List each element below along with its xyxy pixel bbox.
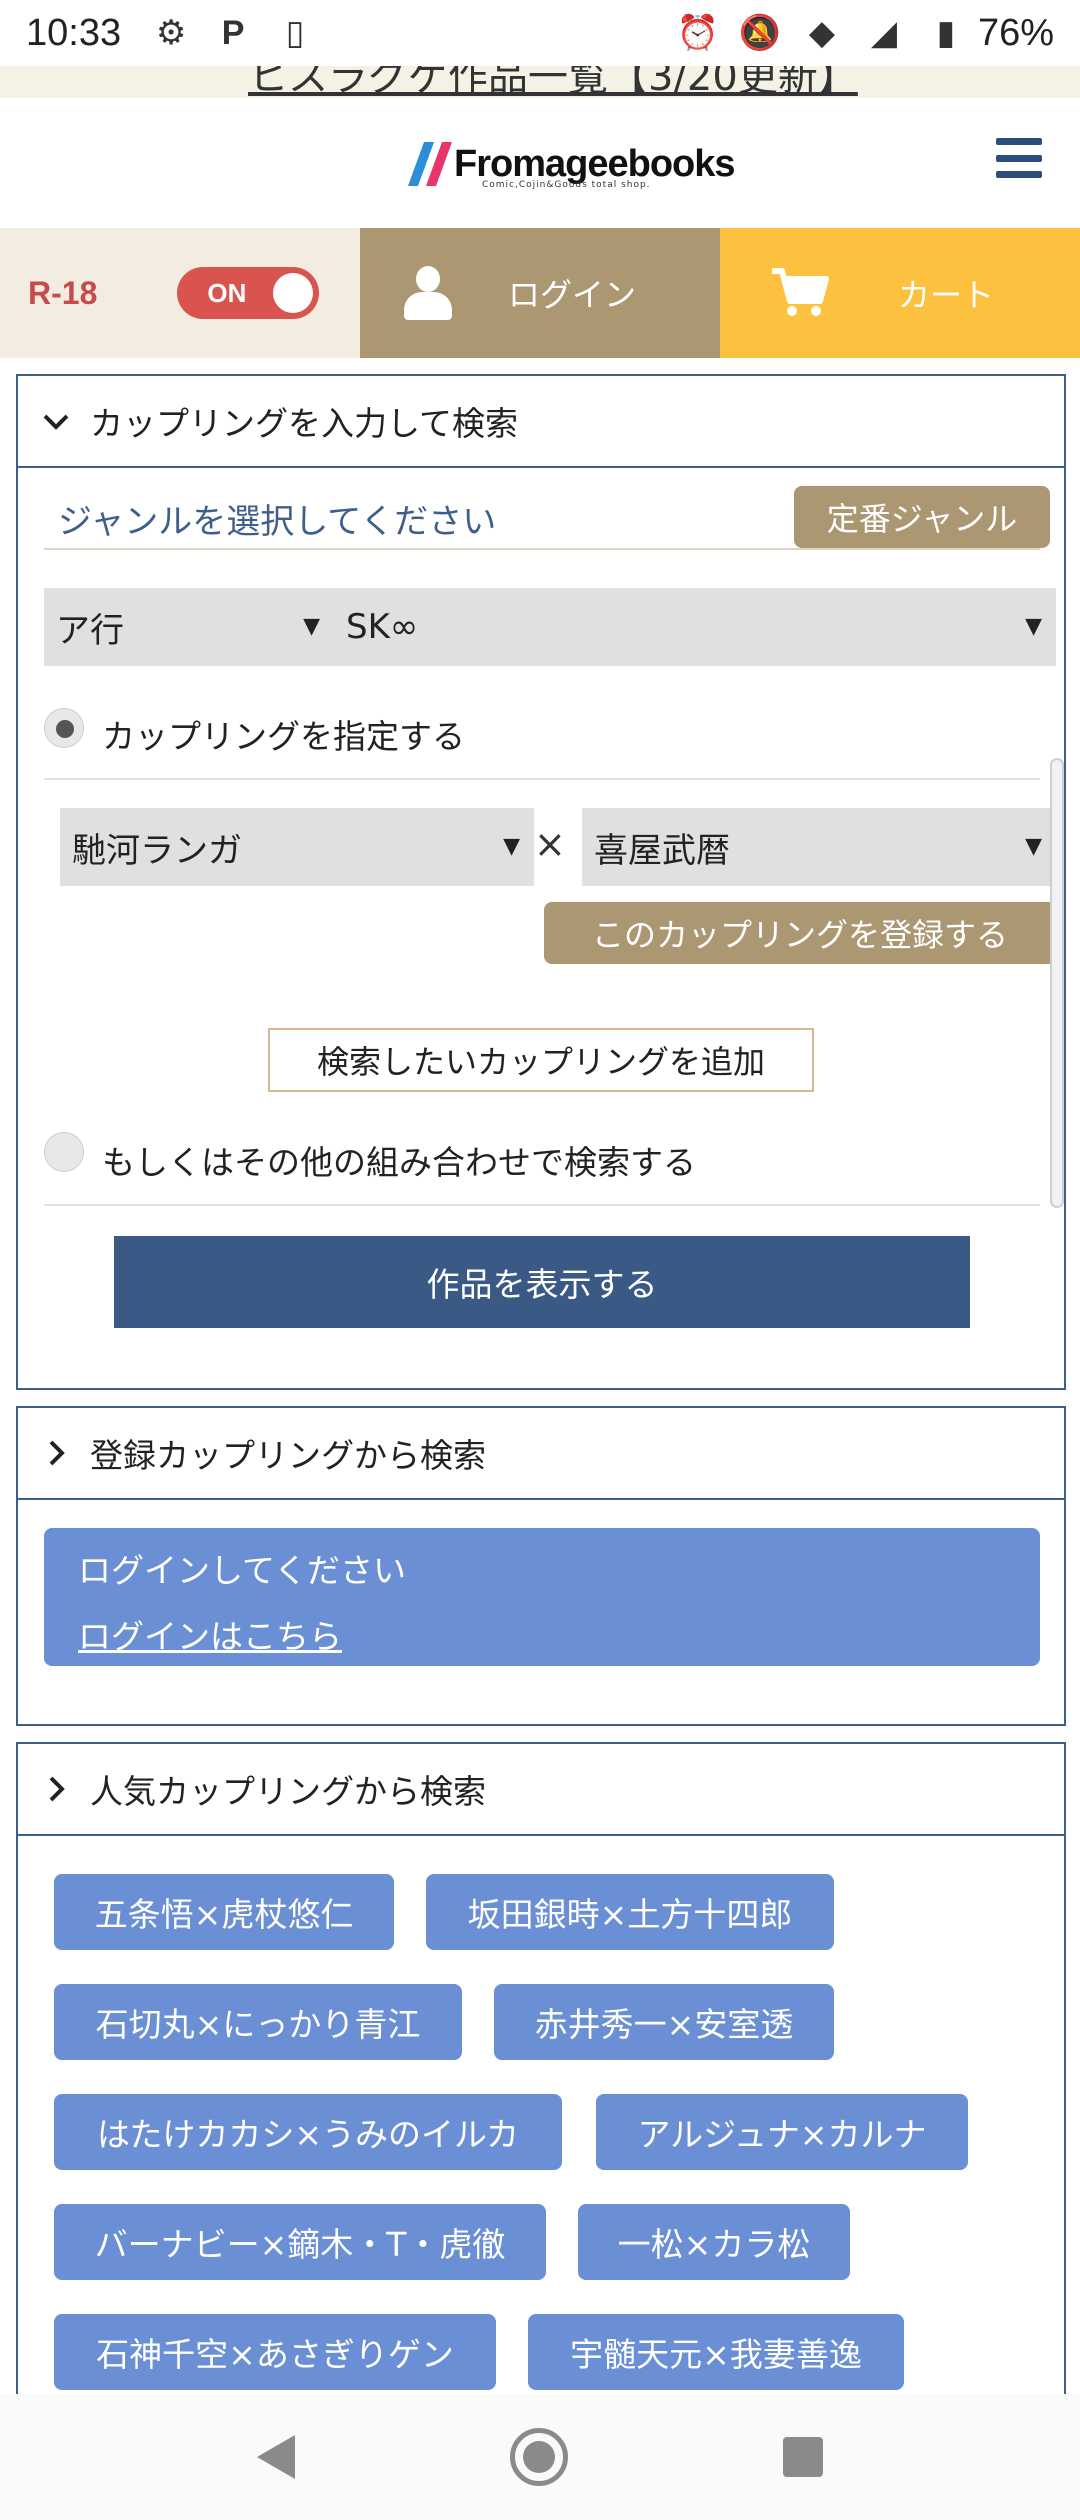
r18-area: R-18 ON [0,228,360,358]
coupling-tag[interactable]: 宇髄天元×我妻善逸 [528,2314,904,2390]
registered-coupling-header[interactable]: 登録カップリングから検索 [18,1408,1064,1500]
site-logo[interactable]: Fromageebooks Comic,Cojin&Goods total sh… [407,134,736,194]
popular-coupling-header[interactable]: 人気カップリングから検索 [18,1744,1064,1836]
person-icon [404,266,452,320]
r18-label: R-18 [28,274,98,311]
genre-placeholder[interactable]: ジャンルを選択してください [58,494,496,543]
coupling-tag[interactable]: 石神千空×あさぎりゲン [54,2314,496,2390]
character2-select[interactable]: 喜屋武暦 ▼ [582,808,1056,886]
specify-coupling-radio[interactable] [44,708,84,748]
status-time: 10:33 [26,11,122,54]
page-scrollbar[interactable] [1050,758,1064,1208]
alarm-icon: ⏰ [676,13,720,53]
home-icon[interactable] [509,2428,568,2486]
chevron-right-icon [38,1771,74,1807]
signal-icon: ◢ [870,13,898,53]
standard-genre-button[interactable]: 定番ジャンル [794,486,1050,548]
kana-select[interactable]: ア行 ▼ [44,588,334,666]
back-icon[interactable] [257,2435,296,2479]
character2-value: 喜屋武暦 [594,830,730,871]
mute-bell-icon: 🔕 [738,13,782,53]
parking-app-icon: P [221,13,245,52]
toggle-on-label: ON [207,277,247,308]
character1-select[interactable]: 馳河ランガ ▼ [60,808,534,886]
title-select-value: SK∞ [346,607,419,647]
popular-coupling-panel: 人気カップリングから検索 五条悟×虎杖悠仁 坂田銀時×土方十四郎 石切丸×にっか… [16,1742,1066,2462]
divider [44,778,1040,780]
toggle-knob [273,273,314,313]
add-coupling-button[interactable]: 検索したいカップリングを追加 [268,1028,814,1092]
battery-percent: 76% [977,11,1054,54]
chevron-down-icon [38,403,74,439]
coupling-tag[interactable]: 赤井秀一×安室透 [494,1984,834,2060]
status-bar: 10:33 ⚙ P ▯ ⏰ 🔕 ◆ ◢ ▮ 76% [0,0,1080,66]
registered-coupling-panel: 登録カップリングから検索 ログインしてください ログインはこちら [16,1406,1066,1726]
chevron-right-icon [38,1435,74,1471]
character1-value: 馳河ランガ [72,830,242,871]
menu-hamburger-icon[interactable] [996,138,1042,178]
popular-coupling-title: 人気カップリングから検索 [90,1772,486,1811]
coupling-search-panel: カップリングを入力して検索 ジャンルを選択してください 定番ジャンル ア行 ▼ … [16,374,1066,1390]
dropdown-arrow-icon: ▼ [1025,614,1042,639]
r18-toggle[interactable]: ON [177,267,320,319]
cart-label: カート [898,276,995,314]
specify-coupling-label[interactable]: カップリングを指定する [102,710,465,758]
action-bar: R-18 ON ログイン カート [0,228,1080,358]
site-header: Fromageebooks Comic,Cojin&Goods total sh… [0,98,1080,228]
genre-select-row[interactable]: ジャンルを選択してください 定番ジャンル [44,486,1050,550]
times-symbol: × [534,822,566,866]
news-marquee[interactable]: ヒスラグゲ作品一覧【3/20更新】 [0,66,1080,98]
registered-coupling-title: 登録カップリングから検索 [90,1436,486,1475]
dropdown-arrow-icon: ▼ [1025,834,1042,859]
settings-gear-icon: ⚙ [155,13,187,53]
wifi-icon: ◆ [808,13,836,53]
coupling-tag[interactable]: 一松×カラ松 [578,2204,850,2280]
cart-button[interactable]: カート [720,228,1080,358]
battery-icon: ▮ [936,13,956,53]
marquee-text[interactable]: ヒスラグゲ作品一覧【3/20更新】 [248,66,858,98]
login-label: ログイン [508,276,637,314]
register-coupling-button[interactable]: このカップリングを登録する [544,902,1056,964]
logo-subtitle: Comic,Cojin&Goods total shop. [482,180,651,190]
login-prompt-text: ログインしてください [78,1551,407,1590]
title-select[interactable]: SK∞ ▼ [334,588,1056,666]
coupling-tag[interactable]: はたけカカシ×うみのイルカ [54,2094,562,2170]
other-combination-label[interactable]: もしくはその他の組み合わせで検索する [102,1136,696,1184]
logo-name: Fromageebooks [454,143,736,185]
coupling-tag[interactable]: 五条悟×虎杖悠仁 [54,1874,394,1950]
login-button[interactable]: ログイン [360,228,720,358]
coupling-tag[interactable]: アルジュナ×カルナ [596,2094,968,2170]
coupling-tag[interactable]: バーナビー×鏑木・T・虎徹 [54,2204,546,2280]
recent-apps-icon[interactable] [782,2437,823,2477]
other-combination-radio[interactable] [44,1132,84,1172]
divider [44,1204,1040,1206]
dropdown-arrow-icon: ▼ [303,614,320,639]
dropdown-arrow-icon: ▼ [503,834,520,859]
cart-icon [772,268,829,316]
coupling-tag[interactable]: 石切丸×にっかり青江 [54,1984,462,2060]
coupling-search-header[interactable]: カップリングを入力して検索 [18,376,1064,468]
system-nav-bar [0,2394,1080,2520]
app-notification-icon: ▯ [285,13,305,53]
login-prompt-box: ログインしてください ログインはこちら [44,1528,1040,1666]
coupling-tag[interactable]: 坂田銀時×土方十四郎 [426,1874,834,1950]
login-link[interactable]: ログインはこちら [78,1610,1006,1658]
coupling-search-title: カップリングを入力して検索 [90,404,519,443]
kana-select-value: ア行 [56,610,124,651]
show-works-button[interactable]: 作品を表示する [114,1236,970,1328]
